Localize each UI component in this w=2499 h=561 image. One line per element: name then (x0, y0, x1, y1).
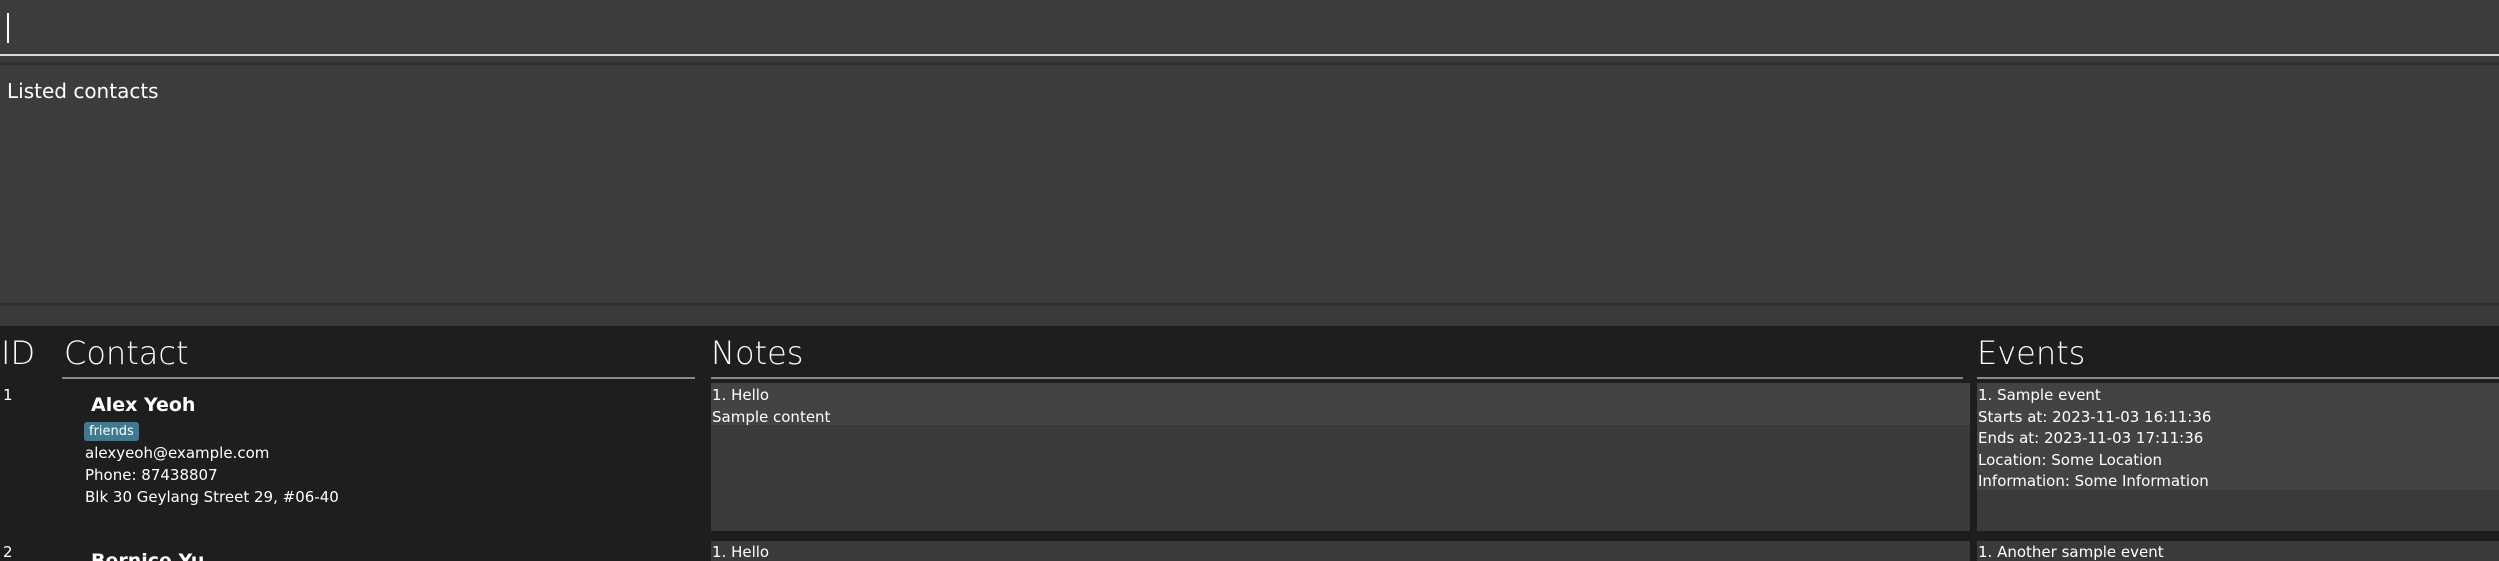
contact-name: Alex Yeoh (91, 394, 196, 416)
note-card[interactable]: 1. Hello Sample content (711, 383, 1970, 531)
column-underline (62, 377, 695, 379)
app-window: Listed contacts ID Contact Notes Events … (0, 0, 2499, 561)
result-message: Listed contacts (7, 79, 159, 103)
divider (0, 62, 2499, 65)
contact-address: Blk 30 Geylang Street 29, #06-40 (85, 488, 339, 506)
note-title: 1. Hello (712, 543, 770, 561)
event-information: Information: Some Information (1978, 472, 2209, 490)
column-header-notes: Notes (711, 334, 804, 372)
contact-list-panel[interactable]: ID Contact Notes Events 1 Alex Yeoh frie… (0, 326, 2499, 561)
event-start: Starts at: 2023-11-03 16:11:36 (1978, 408, 2212, 426)
column-header-contact: Contact (64, 334, 189, 372)
column-underline (1977, 377, 2499, 379)
tag-badge: friends (84, 422, 139, 441)
contact-phone: Phone: 87438807 (85, 466, 218, 484)
event-card[interactable]: 1. Sample event Starts at: 2023-11-03 16… (1977, 383, 2499, 531)
event-end: Ends at: 2023-11-03 17:11:36 (1978, 429, 2204, 447)
note-title: 1. Hello (712, 386, 770, 404)
note-card[interactable]: 1. Hello (711, 541, 1970, 561)
divider[interactable] (0, 303, 2499, 306)
row-id: 2 (3, 543, 13, 561)
command-box[interactable] (0, 0, 2499, 56)
event-location: Location: Some Location (1978, 451, 2163, 469)
event-title: 1. Another sample event (1978, 543, 2164, 561)
column-underline (711, 377, 1963, 379)
column-header-id: ID (1, 334, 36, 372)
command-input[interactable] (5, 12, 2485, 42)
column-header-events: Events (1977, 334, 2086, 372)
event-card[interactable]: 1. Another sample event (1977, 541, 2499, 561)
contact-name: Bernice Yu (91, 550, 205, 561)
text-caret (7, 13, 9, 43)
note-content: Sample content (712, 408, 831, 426)
contact-email: alexyeoh@example.com (85, 444, 270, 462)
event-title: 1. Sample event (1978, 386, 2101, 404)
row-id: 1 (3, 386, 13, 404)
result-display: Listed contacts (0, 69, 2499, 301)
note-header (711, 383, 1970, 425)
